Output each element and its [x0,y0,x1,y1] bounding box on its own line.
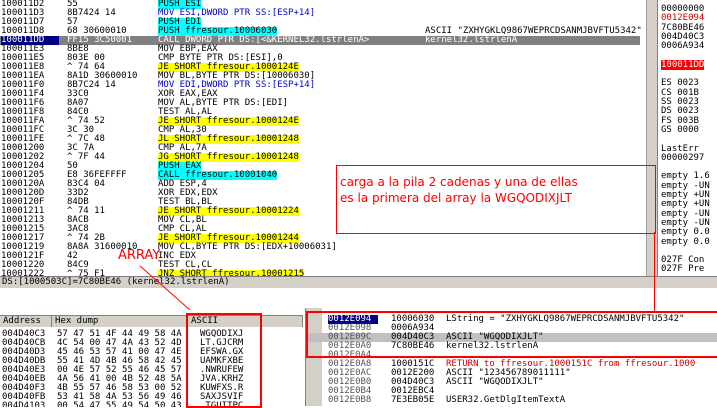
annotation-box-array [186,313,262,408]
annotation-array-arrow-svg [139,265,191,311]
